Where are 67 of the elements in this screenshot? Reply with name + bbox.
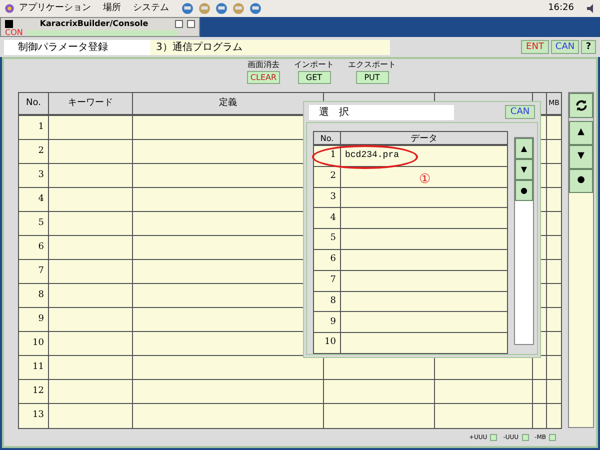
speaker-icon[interactable] — [586, 3, 596, 14]
row-number: 3 — [38, 168, 44, 182]
side-button[interactable]: ▲ — [569, 121, 593, 145]
menu-item[interactable]: アプリケーション — [19, 2, 91, 16]
launcher-icon[interactable] — [181, 2, 194, 15]
row-number: 6 — [38, 240, 44, 254]
header-button[interactable]: ENT — [521, 40, 549, 54]
scroll-button[interactable]: ▲ — [515, 138, 533, 159]
dialog-title: 選 択 — [309, 104, 454, 120]
action-button[interactable]: PUT — [356, 71, 388, 84]
footer-toggle[interactable] — [549, 434, 556, 441]
launcher-icon[interactable] — [215, 2, 228, 15]
row-number: 10 — [324, 336, 336, 350]
header-button[interactable]: CAN — [551, 40, 579, 54]
app-icon — [5, 20, 13, 28]
clock: 16:26 — [548, 2, 574, 15]
row-number: 1 — [330, 149, 336, 162]
window-title: KaracrixBuilder/Console — [38, 20, 150, 28]
menu-item[interactable]: 場所 — [103, 2, 121, 16]
row-number: 8 — [330, 294, 336, 308]
row-number: 12 — [32, 384, 44, 398]
row-number: 9 — [38, 312, 44, 326]
column-header: 定義 — [219, 99, 237, 108]
row-number: 4 — [38, 192, 44, 206]
row-number: 10 — [32, 336, 44, 350]
row-number: 9 — [330, 316, 336, 329]
row-number: 5 — [38, 216, 44, 230]
row-number: 7 — [38, 264, 44, 278]
refresh-icon — [574, 99, 588, 112]
launcher-icon[interactable] — [232, 2, 245, 15]
program-field: 3）通信プログラム — [150, 40, 390, 54]
refresh-button[interactable] — [569, 93, 593, 118]
row-number: 5 — [330, 232, 336, 246]
row-number: 7 — [330, 274, 336, 287]
side-button[interactable]: ▼ — [569, 145, 593, 169]
scroll-button[interactable]: ● — [515, 180, 533, 201]
column-header: データ — [340, 132, 507, 144]
action-caption: インポート — [294, 61, 334, 69]
row-number: 3 — [330, 190, 336, 204]
launcher-icon[interactable] — [198, 2, 211, 15]
side-button[interactable]: ● — [569, 169, 593, 193]
column-header: キーワード — [68, 99, 113, 108]
menu-item[interactable]: システム — [133, 2, 169, 16]
row-number: 6 — [330, 253, 336, 266]
column-header: No. — [26, 99, 41, 108]
header-button[interactable]: ? — [581, 40, 596, 54]
footer-toggle[interactable] — [490, 434, 498, 441]
scroll-button[interactable]: ▼ — [515, 159, 533, 180]
row-number: 8 — [38, 288, 44, 302]
action-button[interactable]: CLEAR — [247, 71, 280, 84]
action-caption: エクスポート — [348, 61, 396, 69]
data-cell[interactable]: bcd234.pra — [345, 149, 400, 163]
action-caption: 画面消去 — [248, 61, 280, 69]
action-button[interactable]: GET — [298, 71, 330, 84]
row-number: 1 — [38, 120, 44, 134]
cancel-button[interactable]: CAN — [505, 105, 535, 119]
column-header: No. — [319, 133, 335, 144]
row-number: 13 — [32, 409, 44, 422]
footer-toggle[interactable] — [522, 434, 529, 441]
launcher-icon[interactable] — [249, 2, 262, 15]
menu-icon[interactable] — [4, 3, 15, 14]
annotation-mark: ① — [419, 173, 431, 186]
row-number: 2 — [38, 144, 44, 158]
row-number: 2 — [330, 170, 336, 183]
screen-name-field: 制御パラメータ登録 — [4, 40, 150, 54]
row-number: 11 — [32, 360, 44, 374]
row-number: 4 — [330, 212, 336, 225]
